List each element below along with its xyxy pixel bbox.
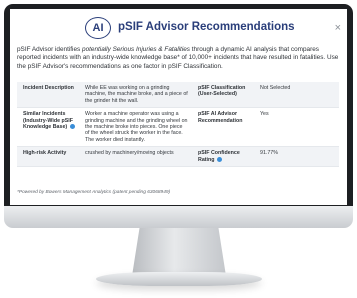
- info-icon[interactable]: [216, 156, 222, 162]
- row-value: Yes: [254, 107, 339, 148]
- row-value: 91.77%: [254, 146, 339, 168]
- footnote: *Powered by Bowers Management Analytics …: [17, 190, 171, 195]
- table-row: High-risk Activity crushed by machinery/…: [17, 146, 339, 168]
- intro-text-emphasis: potentially Serious Injuries & Fatalitie…: [82, 46, 190, 53]
- row-value: While EE was working on a grinding machi…: [79, 82, 192, 109]
- row-label-text: Similar Incidents (Industry-Wide pSIF Kn…: [23, 111, 73, 131]
- row-value: Not Selected: [254, 82, 339, 109]
- row-value: crushed by machinery/moving objects: [79, 146, 192, 168]
- monitor-stand: [132, 228, 226, 276]
- row-label: Similar Incidents (Industry-Wide pSIF Kn…: [17, 107, 79, 148]
- row-label: High-risk Activity: [17, 146, 79, 168]
- close-icon[interactable]: ×: [335, 22, 341, 34]
- dialog-header: AI pSIF Advisor Recommendations ×: [10, 12, 347, 42]
- ai-logo: AI: [85, 17, 111, 39]
- table-row: Similar Incidents (Industry-Wide pSIF Kn…: [17, 107, 339, 148]
- recommendation-table: Incident Description While EE was workin…: [17, 82, 339, 168]
- screen: AI pSIF Advisor Recommendations × pSIF A…: [10, 9, 347, 205]
- row-label: pSIF Confidence Rating: [192, 146, 254, 168]
- intro-text: pSIF Advisor identifies potentially Seri…: [17, 46, 339, 71]
- monitor-base: [96, 272, 262, 286]
- info-icon[interactable]: [69, 124, 75, 130]
- row-value: Worker a machine operator was using a gr…: [79, 107, 192, 148]
- row-label: pSIF AI Advisor Recommendation: [192, 107, 254, 148]
- intro-text-start: pSIF Advisor identifies: [17, 46, 83, 53]
- table-row: Incident Description While EE was workin…: [17, 82, 339, 109]
- row-label: Incident Description: [17, 82, 79, 109]
- monitor-chin: [4, 206, 353, 228]
- row-label: pSIF Classification (User-Selected): [192, 82, 254, 109]
- dialog-title: pSIF Advisor Recommendations: [118, 21, 295, 33]
